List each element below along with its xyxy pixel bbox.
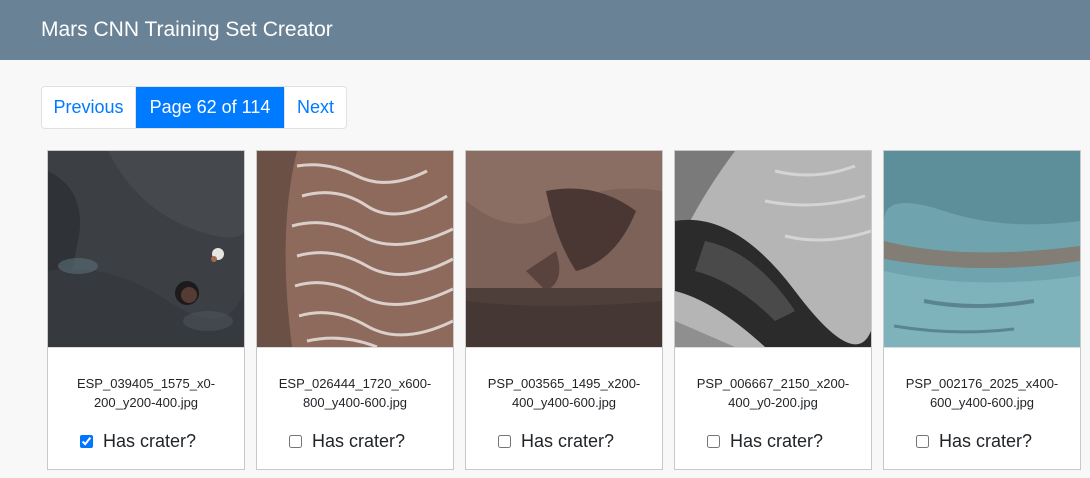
top-navbar: Mars CNN Training Set Creator [0, 0, 1090, 60]
card-divider [884, 347, 1080, 348]
checkbox-label: Has crater? [939, 431, 1033, 451]
has-crater-checkbox[interactable]: Has crater? [707, 431, 823, 452]
mars-tile-image[interactable] [884, 151, 1080, 347]
checkbox-label: Has crater? [312, 431, 406, 451]
checkbox-label: Has crater? [730, 431, 824, 451]
mars-tile-image[interactable] [466, 151, 662, 347]
image-card: PSP_002176_2025_x400-600_y400-600.jpg Ha… [883, 150, 1081, 470]
image-card: ESP_026444_1720_x600-800_y400-600.jpg Ha… [256, 150, 454, 470]
image-filename: PSP_006667_2150_x200-400_y0-200.jpg [696, 376, 850, 410]
image-card: PSP_003565_1495_x200-400_y400-600.jpg Ha… [465, 150, 663, 470]
current-page-indicator[interactable]: Page 62 of 114 [136, 87, 284, 128]
crater-checkbox-input[interactable] [289, 435, 302, 448]
has-crater-checkbox[interactable]: Has crater? [916, 431, 1032, 452]
card-divider [675, 347, 871, 348]
crater-checkbox-input[interactable] [916, 435, 929, 448]
previous-page-button[interactable]: Previous [42, 87, 136, 128]
crater-checkbox-input[interactable] [707, 435, 720, 448]
checkbox-label: Has crater? [521, 431, 615, 451]
crater-checkbox-input[interactable] [498, 435, 511, 448]
mars-tile-image[interactable] [257, 151, 453, 347]
image-filename: PSP_002176_2025_x400-600_y400-600.jpg [905, 376, 1059, 410]
image-filename: ESP_039405_1575_x0-200_y200-400.jpg [76, 376, 216, 410]
card-divider [466, 347, 662, 348]
checkbox-label: Has crater? [103, 431, 197, 451]
image-card: ESP_039405_1575_x0-200_y200-400.jpg Has … [47, 150, 245, 470]
image-filename: PSP_003565_1495_x200-400_y400-600.jpg [487, 376, 641, 410]
app-title[interactable]: Mars CNN Training Set Creator [41, 18, 333, 42]
crater-checkbox-input[interactable] [80, 435, 93, 448]
mars-tile-image[interactable] [48, 151, 244, 347]
card-divider [257, 347, 453, 348]
image-filename: ESP_026444_1720_x600-800_y400-600.jpg [278, 376, 432, 410]
next-page-button[interactable]: Next [284, 87, 346, 128]
card-divider [48, 347, 244, 348]
image-card: PSP_006667_2150_x200-400_y0-200.jpg Has … [674, 150, 872, 470]
mars-tile-image[interactable] [675, 151, 871, 347]
pagination: Previous Page 62 of 114 Next [41, 86, 347, 129]
has-crater-checkbox[interactable]: Has crater? [289, 431, 405, 452]
has-crater-checkbox[interactable]: Has crater? [80, 431, 196, 452]
has-crater-checkbox[interactable]: Has crater? [498, 431, 614, 452]
